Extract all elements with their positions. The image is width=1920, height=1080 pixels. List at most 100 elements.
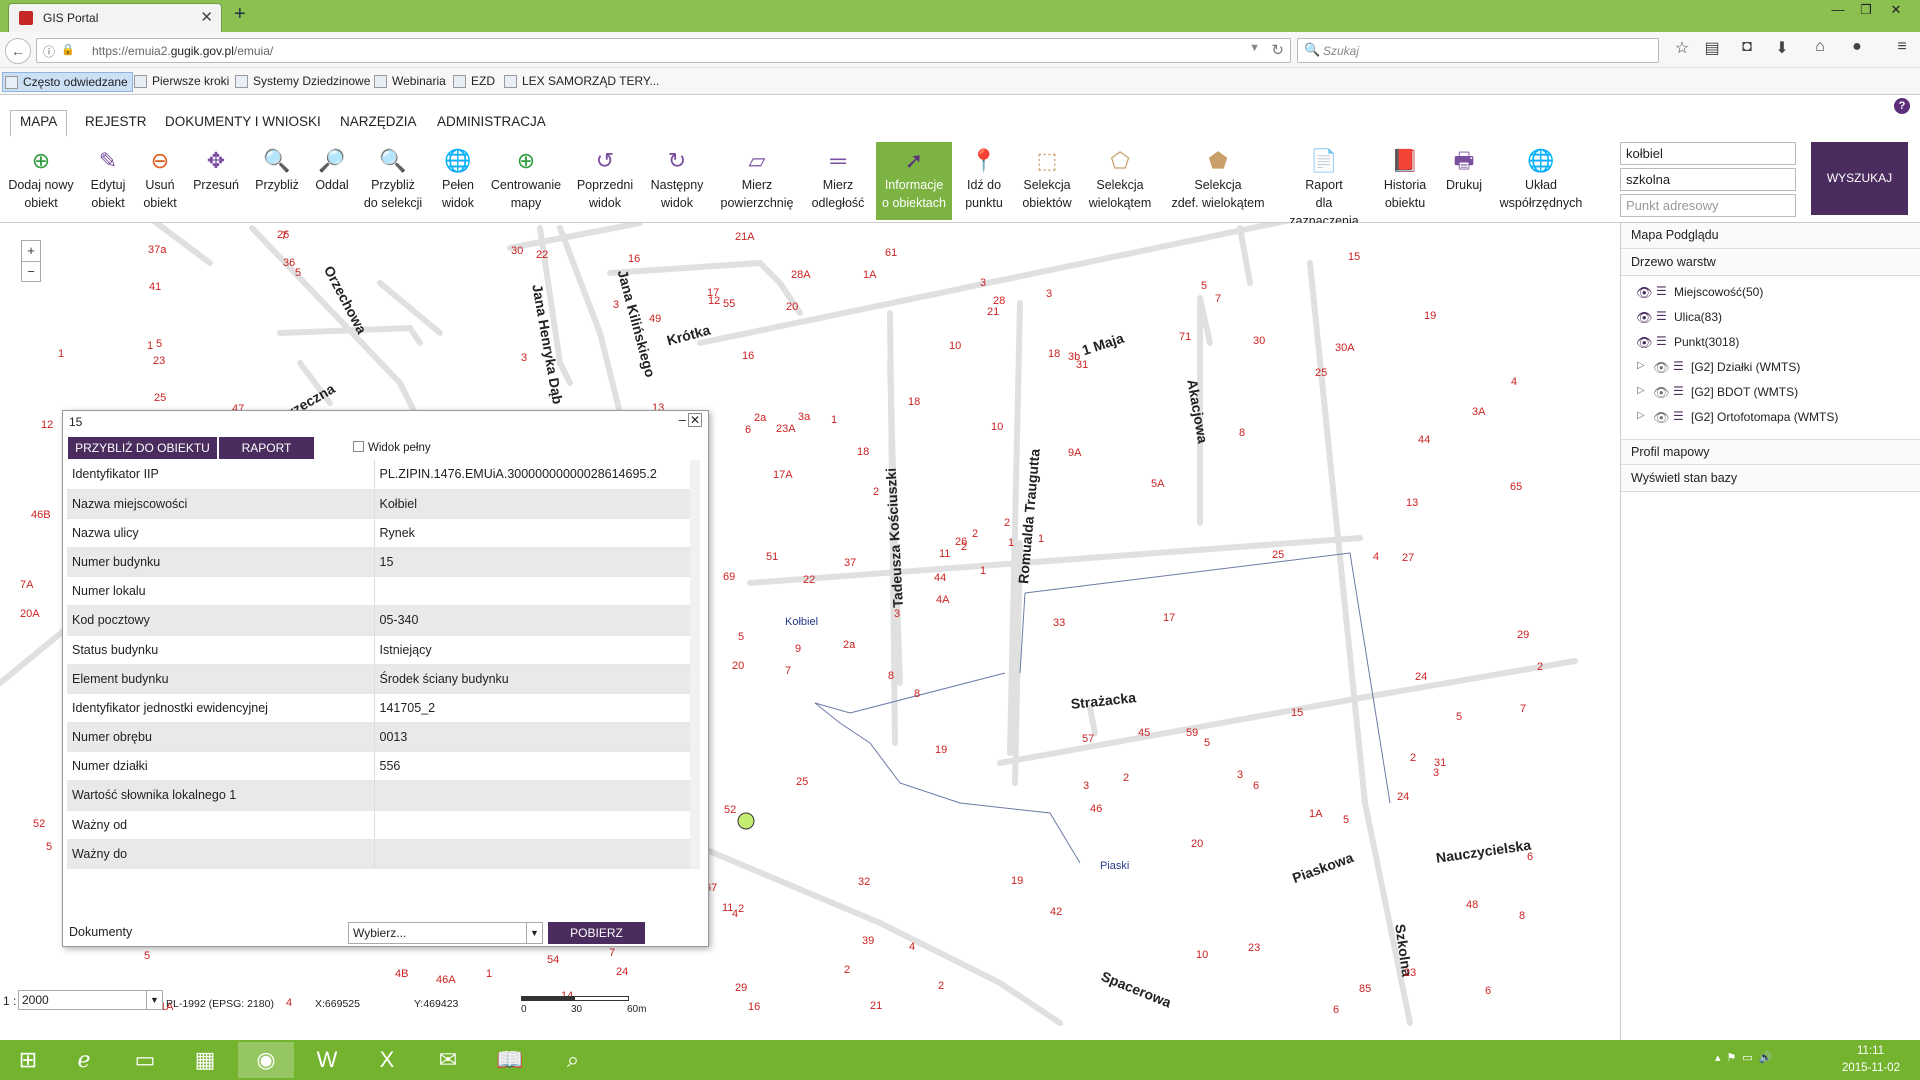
address-number[interactable]: 2: [873, 486, 879, 498]
address-number[interactable]: 6: [1527, 851, 1533, 863]
full-view-checkbox[interactable]: Widok pełny: [353, 441, 431, 454]
address-number[interactable]: 25: [1315, 367, 1327, 379]
address-number[interactable]: 25: [154, 392, 166, 404]
tab-dokumenty[interactable]: DOKUMENTY I WNIOSKI: [163, 114, 323, 129]
home-icon[interactable]: ⌂: [1808, 38, 1832, 56]
address-number[interactable]: 21: [987, 306, 999, 318]
eye-icon[interactable]: 👁: [1653, 360, 1670, 376]
tool-center-map[interactable]: ⊕ Centrowanie mapy: [488, 142, 564, 220]
address-number[interactable]: 7: [1215, 293, 1221, 305]
file-explorer-icon[interactable]: ▭: [117, 1042, 173, 1078]
scale-select[interactable]: 2000 ▼: [18, 990, 163, 1010]
address-number[interactable]: 2: [1410, 752, 1416, 764]
address-number[interactable]: 8: [1239, 427, 1245, 439]
eye-icon[interactable]: 👁: [1653, 385, 1670, 401]
star-icon[interactable]: ☆: [1670, 38, 1694, 58]
address-number[interactable]: 1: [980, 565, 986, 577]
address-number[interactable]: 8: [1519, 910, 1525, 922]
tool-object-history[interactable]: 📕 Historia obiektu: [1376, 142, 1434, 220]
address-number[interactable]: 1A: [1309, 808, 1322, 820]
address-number[interactable]: 12: [41, 419, 53, 431]
tool-report[interactable]: 📄 Raport dla zaznaczenia: [1280, 142, 1368, 228]
address-number[interactable]: 19: [935, 744, 947, 756]
pocket-icon[interactable]: ◘: [1735, 38, 1759, 56]
menu-icon[interactable]: ☰: [1673, 359, 1684, 373]
new-tab-icon[interactable]: +: [234, 3, 246, 26]
address-number[interactable]: 20: [786, 301, 798, 313]
address-number[interactable]: 24: [616, 966, 628, 978]
address-number[interactable]: 30: [1253, 335, 1265, 347]
tool-coordinate-system[interactable]: 🌐 Układ współrzędnych: [1494, 142, 1588, 220]
address-number[interactable]: 4: [909, 941, 915, 953]
info-icon[interactable]: ⓘ: [43, 43, 55, 60]
address-number[interactable]: 16: [628, 253, 640, 265]
address-number[interactable]: 51: [766, 551, 778, 563]
tool-full-view[interactable]: 🌐 Pełen widok: [432, 142, 484, 220]
tool-zoom-in[interactable]: 🔍 Przybliż: [250, 142, 304, 220]
tool-goto-point[interactable]: 📍 Idź do punktu: [958, 142, 1010, 220]
zoom-in-button[interactable]: +: [22, 241, 40, 261]
address-number[interactable]: 3A: [1472, 406, 1485, 418]
address-number[interactable]: 7: [785, 665, 791, 677]
address-number[interactable]: 30A: [1335, 342, 1355, 354]
address-number[interactable]: 5: [46, 841, 52, 853]
address-number[interactable]: 10: [949, 340, 961, 352]
zoom-to-object-button[interactable]: PRZYBLIŻ DO OBIEKTU: [68, 437, 217, 459]
expand-icon[interactable]: ▷: [1637, 360, 1645, 371]
address-number[interactable]: 3: [1083, 780, 1089, 792]
address-number[interactable]: 5: [1343, 814, 1349, 826]
address-number[interactable]: 54: [547, 954, 559, 966]
browser-tab[interactable]: GIS Portal ✕: [8, 3, 222, 32]
address-number[interactable]: 39: [862, 935, 874, 947]
clipboard-icon[interactable]: ▤: [1700, 38, 1724, 58]
address-number[interactable]: 7A: [20, 579, 33, 591]
address-number[interactable]: 36: [283, 257, 295, 269]
fetch-button[interactable]: POBIERZ: [548, 922, 645, 944]
address-number[interactable]: 1: [1038, 533, 1044, 545]
address-number[interactable]: 17: [1163, 612, 1175, 624]
address-number[interactable]: 32: [858, 876, 870, 888]
address-number[interactable]: 20: [732, 660, 744, 672]
firefox-icon[interactable]: ◉: [238, 1042, 294, 1078]
address-number[interactable]: 19: [1424, 310, 1436, 322]
address-number[interactable]: 1: [1008, 537, 1014, 549]
section-layer-tree[interactable]: Drzewo warstw: [1621, 250, 1920, 276]
minimize-icon[interactable]: –: [679, 412, 686, 427]
address-number[interactable]: 59: [1186, 727, 1198, 739]
address-number[interactable]: 26: [955, 536, 967, 548]
address-number[interactable]: 17A: [773, 469, 793, 481]
address-number[interactable]: 28A: [791, 269, 811, 281]
address-number[interactable]: 71: [1179, 331, 1191, 343]
windows-start-icon[interactable]: ⊞: [0, 1042, 56, 1078]
address-number[interactable]: 37: [844, 557, 856, 569]
address-number[interactable]: 37a: [148, 244, 166, 256]
bookmark-ezd[interactable]: EZD: [451, 72, 495, 92]
address-number[interactable]: 24: [1415, 671, 1427, 683]
address-number[interactable]: 3a: [798, 411, 810, 423]
address-number[interactable]: 13: [1406, 497, 1418, 509]
eye-icon[interactable]: 👁: [1636, 310, 1653, 326]
address-number[interactable]: 2: [1537, 661, 1543, 673]
address-number[interactable]: 3: [1046, 288, 1052, 300]
street-field[interactable]: szkolna: [1620, 168, 1796, 191]
bookmark-lex[interactable]: LEX SAMORZĄD TERY...: [502, 72, 659, 92]
address-number[interactable]: 6: [745, 424, 751, 436]
address-number[interactable]: 18: [857, 446, 869, 458]
hamburger-menu-icon[interactable]: ≡: [1890, 38, 1914, 56]
address-number[interactable]: 7: [281, 230, 287, 242]
address-number[interactable]: 1: [58, 348, 64, 360]
menu-icon[interactable]: ☰: [1673, 384, 1684, 398]
address-number[interactable]: 11: [722, 902, 733, 914]
address-number[interactable]: 52: [33, 818, 45, 830]
address-number[interactable]: 1A: [863, 269, 876, 281]
address-number[interactable]: 46A: [436, 974, 456, 986]
address-number[interactable]: 9A: [1068, 447, 1081, 459]
system-tray[interactable]: ▴⚑▭🔊: [1715, 1051, 1778, 1064]
section-database-state[interactable]: Wyświetl stan bazy: [1621, 466, 1920, 492]
search-button[interactable]: WYSZUKAJ: [1811, 142, 1908, 215]
tab-administracja[interactable]: ADMINISTRACJA: [435, 114, 548, 129]
address-number[interactable]: 2a: [754, 412, 766, 424]
address-number[interactable]: 20: [1191, 838, 1203, 850]
address-number[interactable]: 45: [1138, 727, 1150, 739]
address-number[interactable]: 61: [885, 247, 897, 259]
